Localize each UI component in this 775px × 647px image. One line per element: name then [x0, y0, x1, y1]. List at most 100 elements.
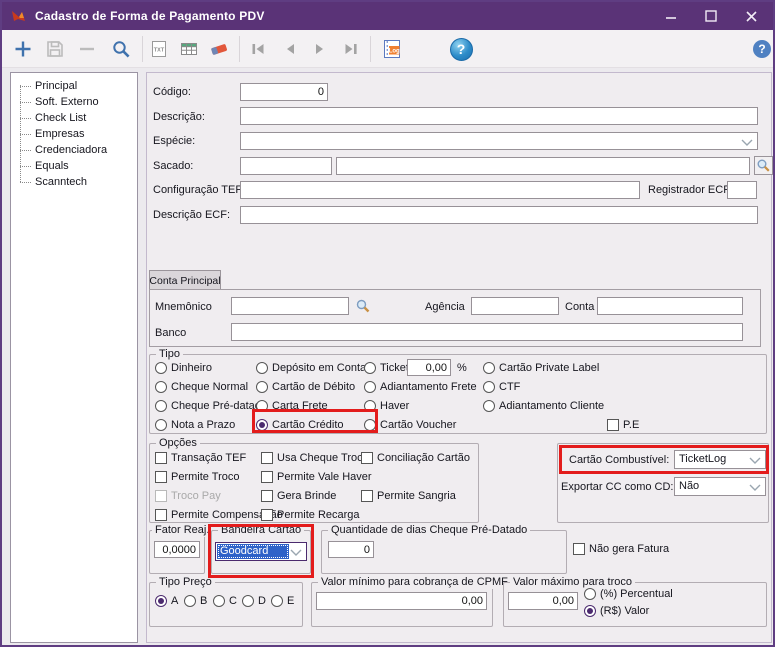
radio-cartao-de-debito[interactable]: Cartão de Débito	[256, 380, 355, 394]
radio-preco-c[interactable]: C	[213, 594, 237, 608]
checkbox-permite-vale-haver[interactable]: Permite Vale Haver	[261, 470, 372, 484]
radio-adiantamento-cliente[interactable]: Adiantamento Cliente	[483, 399, 604, 413]
especie-select[interactable]	[240, 132, 758, 150]
cartao-combustivel-select[interactable]: TicketLog	[674, 450, 766, 469]
mnemonico-lookup-icon[interactable]	[355, 298, 371, 314]
valor-maximo-input[interactable]	[508, 592, 578, 610]
nav-last-icon[interactable]	[338, 36, 364, 62]
cartao-combustivel-label: Cartão Combustível:	[569, 454, 670, 466]
nav-first-icon[interactable]	[245, 36, 271, 62]
conta-input[interactable]	[597, 297, 743, 315]
sidebar-item-check-list[interactable]: Check List	[11, 110, 137, 126]
radio-cartao-credito[interactable]: Cartão Crédito	[256, 418, 344, 432]
radio-nota-a-prazo[interactable]: Nota a Prazo	[155, 418, 235, 432]
window-title: Cadastro de Forma de Pagamento PDV	[35, 9, 265, 23]
sacado-name-input[interactable]	[336, 157, 750, 175]
radio-cartao-voucher[interactable]: Cartão Voucher	[364, 418, 456, 432]
radio-preco-b[interactable]: B	[184, 594, 207, 608]
radio-haver[interactable]: Haver	[364, 399, 409, 413]
delete-record-icon[interactable]	[74, 36, 100, 62]
sacado-lookup-button[interactable]	[754, 156, 773, 175]
registrador-ecf-input[interactable]	[727, 181, 757, 199]
valor-minimo-input[interactable]	[316, 592, 487, 610]
radio-cartao-private-label[interactable]: Cartão Private Label	[483, 361, 599, 375]
descricao-input[interactable]	[240, 107, 758, 125]
descricao-label: Descrição:	[153, 111, 205, 123]
checkbox-nao-gera-fatura[interactable]: Não gera Fatura	[573, 542, 669, 556]
especie-label: Espécie:	[153, 135, 196, 147]
codigo-input[interactable]	[240, 83, 328, 101]
agencia-input[interactable]	[471, 297, 559, 315]
radio-ticket[interactable]: Ticket	[364, 361, 409, 375]
export-txt-icon[interactable]: TXT	[146, 36, 172, 62]
radio-percentual[interactable]: (%) Percentual	[584, 587, 673, 601]
checkbox-permite-recarga[interactable]: Permite Recarga	[261, 508, 360, 522]
sacado-label: Sacado:	[153, 160, 194, 172]
fator-reaj-input[interactable]	[154, 541, 200, 558]
sidebar-item-credenciadora[interactable]: Credenciadora	[11, 142, 137, 158]
close-icon[interactable]	[731, 2, 771, 30]
mnemonico-input[interactable]	[231, 297, 349, 315]
agencia-label: Agência	[425, 301, 465, 313]
exportar-cc-value: Não	[679, 480, 700, 492]
sacado-code-input[interactable]	[240, 157, 332, 175]
tipo-group-title: Tipo	[156, 348, 183, 361]
radio-cheque-normal[interactable]: Cheque Normal	[155, 380, 248, 394]
ticket-percent-input[interactable]	[407, 359, 451, 376]
app-window: Cadastro de Forma de Pagamento PDV TXT L…	[0, 0, 775, 647]
nav-next-icon[interactable]	[307, 36, 333, 62]
checkbox-transacao-tef[interactable]: Transação TEF	[155, 451, 246, 465]
checkbox-permite-troco[interactable]: Permite Troco	[155, 470, 239, 484]
chevron-down-icon	[290, 549, 302, 556]
radio-preco-e[interactable]: E	[271, 594, 294, 608]
minimize-icon[interactable]	[651, 2, 691, 30]
exportar-cc-select[interactable]: Não	[674, 477, 766, 496]
sidebar-item-principal[interactable]: Principal	[11, 78, 137, 94]
descricao-ecf-input[interactable]	[240, 206, 758, 224]
radio-valor[interactable]: (R$) Valor	[584, 604, 649, 618]
checkbox-pe[interactable]: P.E	[607, 418, 639, 432]
checkbox-permite-sangria[interactable]: Permite Sangria	[361, 489, 456, 503]
help-secondary-icon[interactable]	[749, 36, 773, 62]
registrador-ecf-label: Registrador ECF	[648, 184, 730, 196]
codigo-label: Código:	[153, 86, 191, 98]
save-icon[interactable]	[42, 36, 68, 62]
search-icon[interactable]	[108, 36, 134, 62]
radio-deposito-em-conta[interactable]: Depósito em Conta	[256, 361, 366, 375]
title-bar: Cadastro de Forma de Pagamento PDV	[2, 2, 773, 30]
radio-cheque-pre-datado[interactable]: Cheque Pré-datado	[155, 399, 267, 413]
nav-prev-icon[interactable]	[277, 36, 303, 62]
grid-view-icon[interactable]	[176, 36, 202, 62]
help-icon[interactable]	[448, 36, 474, 62]
checkbox-gera-brinde[interactable]: Gera Brinde	[261, 489, 336, 503]
sidebar-item-empresas[interactable]: Empresas	[11, 126, 137, 142]
checkbox-conciliacao-cartao[interactable]: Conciliação Cartão	[361, 451, 470, 465]
add-record-icon[interactable]	[10, 36, 36, 62]
qtd-dias-title: Quantidade de dias Cheque Pré-Datado	[328, 524, 531, 537]
tab-conta-principal[interactable]: Conta Principal	[149, 270, 221, 290]
radio-ctf[interactable]: CTF	[483, 380, 520, 394]
svg-text:Log: Log	[389, 49, 400, 55]
config-tef-input[interactable]	[240, 181, 640, 199]
magnifier-icon	[757, 159, 770, 172]
radio-carta-frete[interactable]: Carta Frete	[256, 399, 328, 413]
radio-dinheiro[interactable]: Dinheiro	[155, 361, 212, 375]
sidebar-item-equals[interactable]: Equals	[11, 158, 137, 174]
maximize-icon[interactable]	[691, 2, 731, 30]
log-icon[interactable]: Log	[379, 36, 405, 62]
radio-preco-d[interactable]: D	[242, 594, 266, 608]
checkbox-usa-cheque-troco[interactable]: Usa Cheque Troco	[261, 451, 369, 465]
toolbar-separator	[370, 36, 371, 62]
sidebar-item-scanntech[interactable]: Scanntech	[11, 174, 137, 190]
qtd-dias-input[interactable]	[328, 541, 374, 558]
fator-reaj-title: Fator Reaj.	[152, 524, 213, 537]
banco-input[interactable]	[231, 323, 743, 341]
radio-adiantamento-frete[interactable]: Adiantamento Frete	[364, 380, 477, 394]
eraser-icon[interactable]	[206, 36, 232, 62]
bandeira-cartao-select[interactable]: Goodcard	[215, 542, 307, 561]
bandeira-cartao-value: Goodcard	[217, 544, 289, 559]
sidebar-item-soft-externo[interactable]: Soft. Externo	[11, 94, 137, 110]
radio-preco-a[interactable]: A	[155, 594, 178, 608]
banco-label: Banco	[155, 327, 187, 339]
conta-label: Conta	[565, 301, 595, 313]
